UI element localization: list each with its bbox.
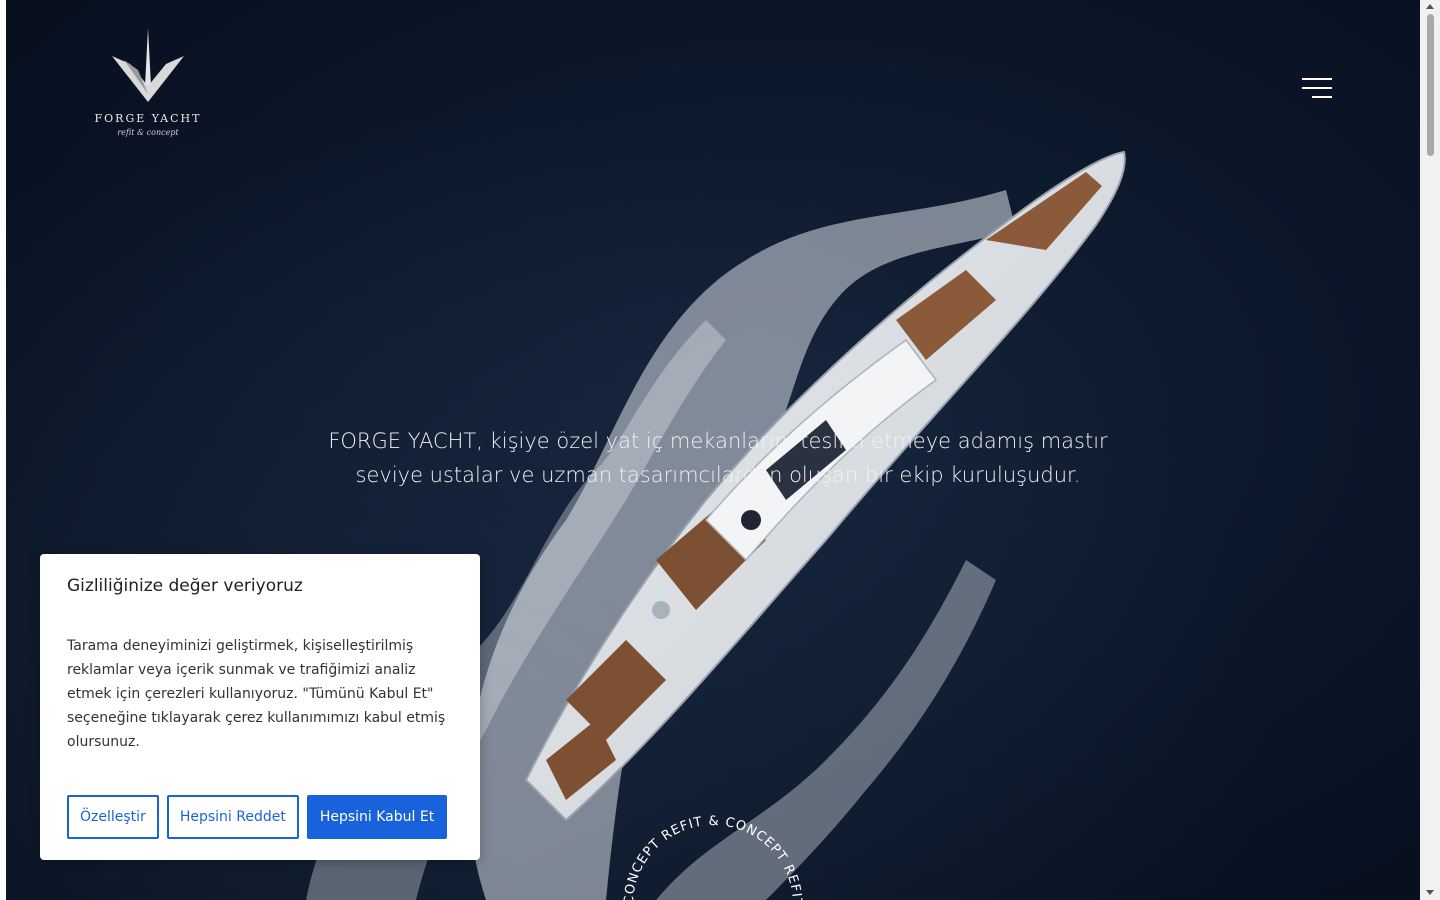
scroll-up-arrow-icon[interactable] [1426, 4, 1434, 9]
reject-all-button[interactable]: Hepsini Reddet [166, 795, 299, 839]
menu-line-bottom [1312, 96, 1332, 98]
forge-yacht-logo-icon [112, 28, 184, 102]
cookie-banner-title: Gizliliğinize değer veriyoruz [67, 576, 303, 596]
menu-line-top [1302, 78, 1332, 80]
customize-button[interactable]: Özelleştir [67, 795, 159, 839]
scrollbar-thumb[interactable] [1427, 14, 1434, 156]
brand-logo[interactable]: FORGE YACHT refit & concept [88, 24, 208, 137]
hamburger-menu-icon[interactable] [1296, 74, 1332, 104]
svg-text:CONCEPT REFIT & CONCEPT REFIT: CONCEPT REFIT & CONCEPT REFIT [622, 815, 804, 900]
brand-name: FORGE YACHT [94, 112, 202, 125]
page-scrollbar[interactable] [1420, 0, 1440, 900]
menu-line-middle [1302, 87, 1332, 89]
accept-all-button[interactable]: Hepsini Kabul Et [306, 795, 448, 839]
circle-badge-text: CONCEPT REFIT & CONCEPT REFIT [622, 815, 803, 900]
brand-tagline: refit & concept [117, 128, 179, 137]
cookie-banner-actions: Özelleştir Hepsini Reddet Hepsini Kabul … [67, 795, 448, 839]
scroll-down-arrow-icon[interactable] [1426, 890, 1434, 895]
cookie-banner-description: Tarama deneyiminizi geliştirmek, kişisel… [67, 638, 446, 750]
hero-tagline: FORGE YACHT, kişiye özel yat iç mekanlar… [328, 429, 1108, 487]
rotating-circle-badge: CONCEPT REFIT & CONCEPT REFIT [622, 815, 804, 900]
cookie-consent-banner: Gizliliğinize değer veriyoruz Tarama den… [40, 554, 480, 860]
